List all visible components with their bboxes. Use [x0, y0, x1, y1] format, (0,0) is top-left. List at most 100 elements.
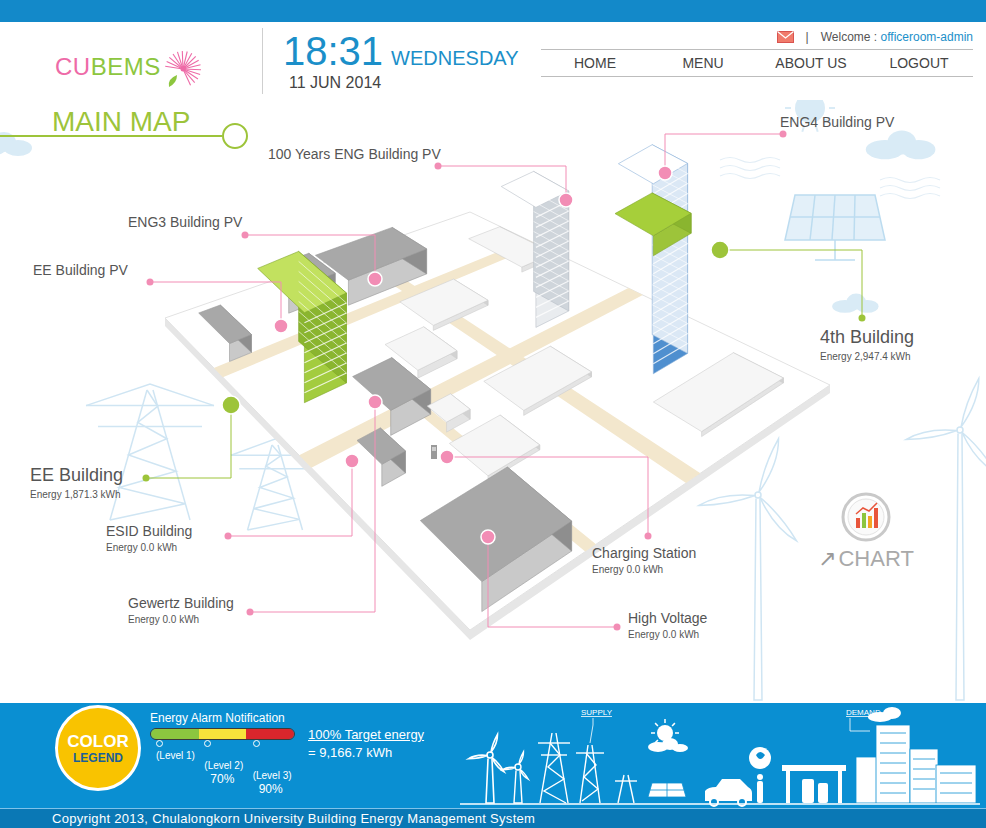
map-connector — [440, 450, 652, 540]
map-connector — [225, 454, 360, 540]
title-rule-circle — [222, 123, 248, 149]
user-name[interactable]: officeroom-admin — [881, 30, 973, 44]
legend-bar: COLORLEGENDEnergy Alarm Notification(Lev… — [0, 703, 986, 808]
map-pin-label[interactable]: ENG4 Building PV — [780, 114, 894, 130]
target-energy: 100% Target energy = 9,166.7 kWh — [308, 703, 424, 760]
map-pin-label[interactable]: ENG3 Building PV — [128, 214, 242, 230]
clock-date: 11 JUN 2014 — [283, 74, 519, 92]
cloud-icon — [866, 130, 936, 159]
alarm-level-segment — [151, 729, 199, 739]
header: CUBEMS 18:31 WEDNESDAY 11 JUN 2014 |Welcome … — [0, 22, 986, 100]
logo-part: BEMS — [91, 53, 161, 80]
logo-part: CU — [55, 53, 91, 80]
chart-button[interactable]: ↗CHART — [818, 492, 914, 572]
building-name: Gewertz Building — [128, 595, 234, 611]
building-name: EE Building — [30, 464, 123, 486]
separator: | — [806, 30, 809, 44]
nav-item[interactable]: MENU — [649, 55, 757, 71]
clock-day: WEDNESDAY — [391, 47, 518, 70]
car-icon — [705, 779, 752, 806]
supply-label: SUPPLY — [581, 708, 613, 717]
building-name: EE Building PV — [33, 262, 128, 278]
chart-label: CHART — [838, 546, 913, 572]
chart-arrow: ↗ — [818, 546, 836, 572]
nav-item[interactable]: HOME — [541, 55, 649, 71]
map-connector — [435, 163, 574, 208]
building-name: Charging Station — [592, 545, 696, 561]
map-plate — [165, 212, 830, 630]
person-icon — [749, 747, 771, 803]
mail-icon[interactable] — [777, 31, 794, 43]
logo-text: CUBEMS — [55, 53, 161, 81]
wind-turbine-icon — [698, 438, 798, 700]
flower-logo-icon — [163, 45, 207, 89]
main-nav: HOMEMENUABOUT USLOGOUT — [541, 49, 973, 77]
map-connector — [143, 396, 241, 482]
header-divider — [262, 28, 263, 94]
alarm-level-dot — [204, 740, 211, 747]
alarm-level-bar — [150, 728, 295, 740]
alarm-level: (Level 1) — [150, 740, 198, 796]
solar-icon — [648, 783, 686, 797]
top-bar — [0, 0, 986, 22]
map-pin-label[interactable]: EE Building Energy 1,871.3 kWh — [30, 464, 123, 501]
map-connector — [247, 395, 383, 616]
nav-item[interactable]: ABOUT US — [757, 55, 865, 71]
building — [357, 428, 406, 486]
building — [653, 353, 783, 437]
building-energy: Energy 1,871.3 kWh — [30, 488, 123, 501]
map-pin-label[interactable]: Charging StationEnergy 0.0 kWh — [592, 545, 696, 576]
building-name: 100 Years ENG Building PV — [268, 146, 441, 162]
user-nav: |Welcome : officeroom-admin HOMEMENUABOUT… — [541, 22, 973, 100]
welcome-row: |Welcome : officeroom-admin — [541, 28, 973, 46]
alarm-level: (Level 2)70% — [198, 740, 246, 796]
target-label: 100% Target energy — [308, 727, 424, 742]
building-name: ENG4 Building PV — [780, 114, 894, 130]
building — [484, 346, 592, 415]
map-pin-label[interactable]: High VoltageEnergy 0.0 kWh — [628, 610, 707, 641]
building-energy: Energy 2,947.4 kWh — [820, 350, 914, 363]
alarm-threshold: 90% — [253, 782, 283, 796]
station-icon — [782, 765, 846, 803]
copyright-bar: Copyright 2013, Chulalongkorn University… — [0, 808, 986, 828]
target-value: = 9,166.7 kWh — [308, 745, 424, 760]
alarm-level-dot — [156, 740, 163, 747]
building-name: ENG3 Building PV — [128, 214, 242, 230]
building-name: ESID Building — [106, 523, 192, 539]
building — [449, 415, 539, 481]
map-pin-label[interactable]: 4th BuildingEnergy 2,947.4 kWh — [820, 326, 914, 363]
supply-demand-illustration: SUPPLYDEMAND — [460, 703, 980, 808]
alarm-levels: (Level 1)(Level 2)70%(Level 3)90% — [150, 740, 295, 796]
copyright-text: Copyright 2013, Chulalongkorn University… — [52, 811, 535, 826]
clock-row: 18:31 WEDNESDAY — [283, 30, 519, 72]
cloud-icon — [832, 294, 878, 313]
building-energy: Energy 0.0 kWh — [628, 628, 707, 641]
map-pin-label[interactable]: 100 Years ENG Building PV — [268, 146, 441, 162]
building-energy: Energy 0.0 kWh — [128, 613, 234, 626]
map-connector — [242, 232, 383, 287]
nav-item[interactable]: LOGOUT — [865, 55, 973, 71]
map-pin-label[interactable]: ESID Building Energy 0.0 kWh — [106, 523, 192, 554]
alarm-level: (Level 3)90% — [247, 740, 295, 796]
building-energy: Energy 0.0 kWh — [106, 541, 192, 554]
chart-icon — [841, 492, 891, 542]
logo[interactable]: CUBEMS — [55, 22, 262, 100]
main-map: MAIN MAP100 Years ENG Building PVENG4 Bu… — [0, 100, 986, 703]
map-connector — [658, 131, 787, 181]
cubems-page: CUBEMS 18:31 WEDNESDAY 11 JUN 2014 |Welcome … — [0, 0, 986, 828]
wind-turbine-icon — [905, 378, 986, 700]
chart-label-row: ↗CHART — [818, 546, 914, 572]
alarm-level-label: (Level 2) — [204, 760, 243, 772]
badge-bottom: LEGEND — [73, 751, 123, 765]
clock-time: 18:31 — [283, 30, 383, 72]
building — [199, 305, 252, 362]
building — [615, 193, 691, 256]
building — [501, 171, 568, 327]
map-pin-label[interactable]: Gewertz Building Energy 0.0 kWh — [128, 595, 234, 626]
alarm-title: Energy Alarm Notification — [150, 711, 300, 725]
energy-alarm: Energy Alarm Notification(Level 1)(Level… — [150, 703, 300, 796]
map-pin-label[interactable]: EE Building PV — [33, 262, 128, 278]
building — [400, 279, 488, 330]
campus-map — [0, 100, 986, 703]
building — [427, 394, 470, 432]
